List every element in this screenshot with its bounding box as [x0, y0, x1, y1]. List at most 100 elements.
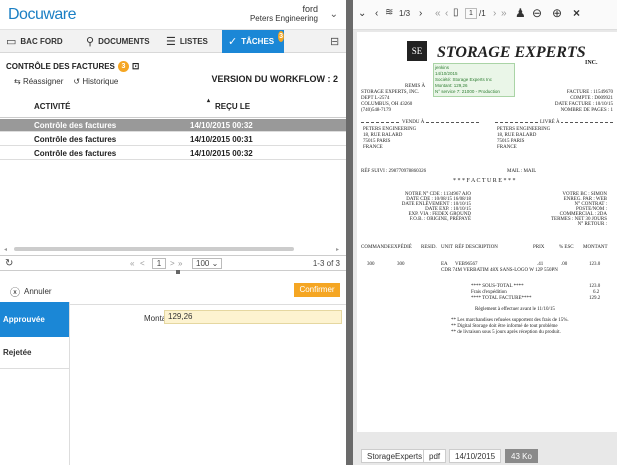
- workflow-badge: 3: [117, 61, 129, 72]
- company-logo-mark: SE: [407, 41, 427, 61]
- page-size-select[interactable]: 100 ⌄: [192, 258, 222, 269]
- next-document-icon[interactable]: ›: [419, 8, 422, 19]
- splitter-handle[interactable]: [176, 270, 180, 274]
- line-value: 300: [367, 262, 375, 267]
- column-received[interactable]: REÇU LE: [215, 102, 250, 111]
- line-header: MONTANT: [583, 245, 608, 250]
- scroll-left-icon[interactable]: ◂: [4, 246, 10, 253]
- workflow-title: CONTRÔLE DES FACTURES 3 ⊡: [6, 61, 139, 72]
- invoice-heading: * * * F A C T U R E * * *: [453, 178, 516, 184]
- line-header: % ESC: [559, 245, 574, 250]
- confirm-button[interactable]: Confirmer: [294, 283, 340, 297]
- chevron-down-icon[interactable]: ⌄: [330, 9, 338, 20]
- user-menu[interactable]: ford Peters Engineering: [250, 4, 318, 24]
- chevron-down-icon[interactable]: ⌄: [358, 8, 366, 19]
- history-label: Historique: [82, 77, 119, 86]
- amount-field[interactable]: 129,26: [164, 310, 342, 324]
- company-suffix: INC.: [585, 60, 598, 66]
- tracking-ref: RÉF SUIVI : 298770978860326: [361, 169, 427, 174]
- remit-line: DEPT L-2574: [361, 96, 390, 101]
- prev-page-icon[interactable]: ‹: [445, 8, 448, 19]
- close-icon[interactable]: ×: [573, 6, 580, 20]
- remit-line: COLUMBUS, OH 43260: [361, 102, 413, 107]
- row-activity: Contrôle des factures: [34, 149, 117, 158]
- sold-to-line: 18, RUE BALARD: [363, 133, 403, 138]
- approval-stamp[interactable]: jenkins 14/10/2015 Société: Storage Expe…: [433, 63, 515, 97]
- refresh-icon[interactable]: ↻: [5, 258, 13, 269]
- prev-document-icon[interactable]: ‹: [375, 8, 378, 19]
- workflow-actions: ⇆ Réassigner ↺ Historique: [14, 77, 118, 86]
- reassign-button[interactable]: ⇆ Réassigner: [14, 77, 63, 86]
- zoom-out-icon[interactable]: ⊖: [532, 6, 542, 20]
- option-approved[interactable]: Approuvée: [0, 302, 69, 337]
- tab-documents[interactable]: ⚲ DOCUMENTS: [80, 30, 158, 53]
- column-activity[interactable]: ACTIVITÉ: [34, 102, 70, 111]
- tab-label: DOCUMENTS: [98, 37, 150, 46]
- tab-label: LISTES: [179, 37, 208, 46]
- line-header: PRIX: [533, 245, 545, 250]
- pagination-bar: ↻ « < 1 > » 100 ⌄ 1-3 of 3: [0, 255, 346, 271]
- footnote: ** de livraison sous 5 jours après récep…: [451, 330, 561, 335]
- viewer-page-input[interactable]: 1: [465, 8, 477, 19]
- scroll-right-icon[interactable]: ▸: [336, 246, 342, 253]
- invoice-meta: FACTURE : 11549670: [566, 90, 613, 95]
- document-viewer: ⌄ ‹ ≋ 1/3 › « ‹ ▯ 1 /1 › » ♟ ⊖ ⊕ × SE ST…: [353, 0, 617, 465]
- tab-label: BAC FORD: [20, 37, 63, 46]
- scrollbar-thumb[interactable]: [14, 247, 294, 251]
- tab-lists[interactable]: ☰ LISTES: [160, 30, 222, 53]
- option-rejected[interactable]: Rejetée: [0, 337, 69, 369]
- zoom-in-icon[interactable]: ⊕: [552, 6, 562, 20]
- horizontal-scrollbar[interactable]: ◂ ▸: [4, 246, 344, 253]
- date-tag[interactable]: 14/10/2015: [449, 449, 502, 463]
- size-tag: 43 Ko: [505, 449, 538, 463]
- table-row[interactable]: Contrôle des factures 14/10/2015 00:32: [0, 147, 346, 160]
- layers-icon[interactable]: ≋: [385, 7, 393, 18]
- first-page-button[interactable]: «: [130, 259, 134, 268]
- history-button[interactable]: ↺ Historique: [73, 77, 118, 86]
- delivered-to-line: PETERS ENGINEERING: [497, 127, 551, 132]
- page-input[interactable]: 1: [152, 258, 166, 269]
- user-name: ford: [302, 4, 318, 14]
- tab-tasks[interactable]: ✓ TÂCHES 3: [222, 30, 284, 53]
- last-page-button[interactable]: »: [178, 259, 182, 268]
- next-page-button[interactable]: >: [170, 259, 175, 268]
- stamp-line: N° service 7: 21000 - Production: [435, 89, 500, 94]
- stamp-icon[interactable]: ♟: [515, 6, 526, 20]
- viewer-toolbar: ⌄ ‹ ≋ 1/3 › « ‹ ▯ 1 /1 › » ♟ ⊖ ⊕ ×: [353, 0, 617, 30]
- line-value: .41: [537, 262, 544, 267]
- sold-to-label: VENDU À: [401, 120, 426, 125]
- panel-splitter[interactable]: [346, 0, 353, 465]
- table-row[interactable]: Contrôle des factures 14/10/2015 00:32: [0, 119, 346, 132]
- tab-inbox[interactable]: ▭ BAC FORD: [0, 30, 75, 53]
- table-row[interactable]: Contrôle des factures 14/10/2015 00:31: [0, 133, 346, 146]
- sold-to-box: VENDU À PETERS ENGINEERING 18, RUE BALAR…: [361, 120, 479, 150]
- total-value: 123.0: [589, 284, 601, 289]
- sold-to-line: FRANCE: [363, 145, 383, 150]
- prev-page-button[interactable]: <: [140, 259, 145, 268]
- format-tag[interactable]: pdf: [423, 449, 447, 463]
- order-right: VOTRE BC : SIMON ENREG. PAR : WEB N° CON…: [497, 192, 607, 227]
- delivered-to-label: LIVRÉ À: [539, 120, 561, 125]
- search-icon: ⚲: [86, 36, 95, 48]
- page-size-value: 100: [196, 259, 210, 268]
- line-value: 300: [397, 262, 405, 267]
- column-resize-handle[interactable]: ▴: [207, 97, 210, 104]
- remit-line: (740)548-7179: [361, 108, 391, 113]
- line-header: COMMANDE: [361, 245, 391, 250]
- top-bar: Docuware ford Peters Engineering ⌄: [0, 0, 346, 30]
- task-form: ⓧ Annuler Confirmer Approuvée Rejetée Mo…: [0, 270, 346, 465]
- option-divider: [69, 302, 70, 465]
- last-page-icon[interactable]: »: [501, 8, 507, 19]
- first-page-icon[interactable]: «: [435, 8, 441, 19]
- tab-label: TÂCHES: [241, 37, 275, 46]
- panel-toggle-icon[interactable]: ⊟: [330, 35, 339, 48]
- cabinet-tag[interactable]: StorageExperts: [361, 449, 429, 463]
- cancel-button[interactable]: ⓧ Annuler: [10, 284, 52, 299]
- next-page-icon[interactable]: ›: [493, 8, 496, 19]
- list-icon: ☰: [166, 36, 176, 48]
- expand-icon[interactable]: ⊡: [132, 61, 140, 72]
- cancel-label: Annuler: [24, 287, 52, 296]
- delivered-to-line: 18, RUE BALARD: [497, 133, 537, 138]
- total-value: 6.2: [593, 290, 600, 295]
- footnote: ** Les marchandises refusées supportent …: [451, 318, 569, 323]
